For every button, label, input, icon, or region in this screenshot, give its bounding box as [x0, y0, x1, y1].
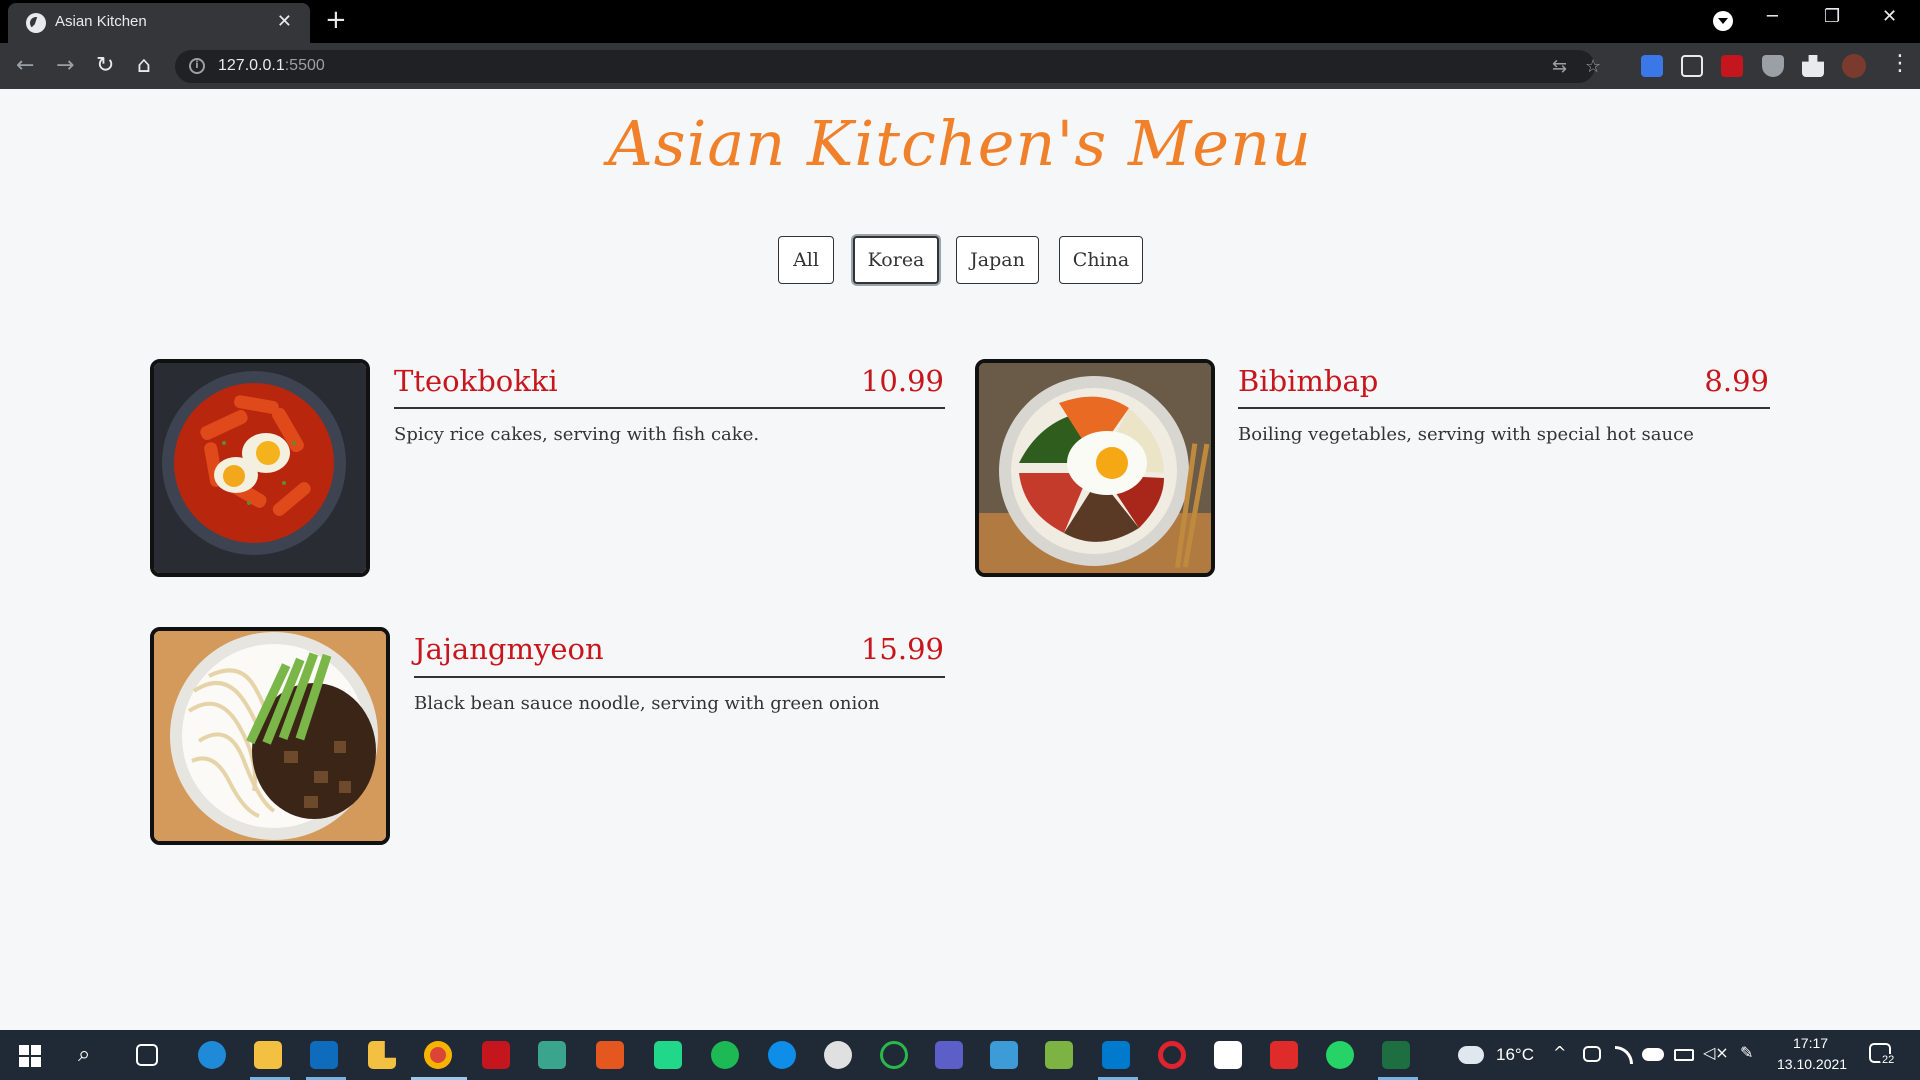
dish-divider [1238, 407, 1770, 409]
bibimbap-photo [975, 359, 1215, 577]
dish-name: Tteokbokki [394, 364, 558, 398]
filter-japan-button[interactable]: Japan [956, 236, 1039, 284]
tab-search-icon[interactable] [1713, 11, 1733, 31]
browser-menu-icon[interactable]: ⋮ [1889, 51, 1911, 76]
solidworks-icon[interactable] [482, 1041, 510, 1069]
dish-price: 10.99 [860, 364, 944, 398]
tab-close-icon[interactable]: ✕ [277, 11, 292, 32]
menu-item-bibimbap: Bibimbap 8.99 Boiling vegetables, servin… [975, 359, 1771, 579]
paint-icon[interactable] [824, 1041, 852, 1069]
onedrive-app-icon[interactable] [990, 1041, 1018, 1069]
whatsapp-icon[interactable] [1326, 1041, 1354, 1069]
task-view-icon[interactable] [136, 1044, 158, 1066]
jajangmyeon-photo [150, 627, 390, 845]
windows-taskbar: ⌕ 16°C ^ ◁× ✎ 17:17 13.10.2021 22 [0, 1030, 1920, 1080]
sticky-icon[interactable] [368, 1041, 396, 1069]
bookmark-star-icon[interactable]: ☆ [1585, 56, 1601, 77]
autocad-icon[interactable] [538, 1041, 566, 1069]
page-content: Asian Kitchen's Menu All Korea Japan Chi… [0, 89, 1920, 1030]
site-info-icon[interactable]: i [189, 58, 205, 74]
dish-name: Jajangmyeon [414, 632, 604, 666]
dish-price: 15.99 [860, 632, 944, 666]
url-host: 127.0.0.1 [218, 57, 285, 74]
url-text[interactable]: 127.0.0.1:5500 [218, 57, 325, 75]
menu-item-jajangmyeon: Jajangmyeon 15.99 Black bean sauce noodl… [150, 627, 946, 847]
extensions-puzzle-icon[interactable] [1802, 55, 1824, 77]
wifi-icon[interactable] [1615, 1046, 1633, 1064]
spotify-icon[interactable] [711, 1041, 739, 1069]
clock-date[interactable]: 13.10.2021 [1777, 1056, 1847, 1072]
search-icon[interactable]: ⌕ [78, 1042, 90, 1067]
clock-time[interactable]: 17:17 [1793, 1035, 1828, 1051]
browser-tab[interactable]: Asian Kitchen ✕ [8, 3, 310, 43]
dish-description: Boiling vegetables, serving with special… [1238, 424, 1694, 445]
new-tab-button[interactable]: + [325, 5, 347, 35]
opera-icon[interactable] [1158, 1041, 1186, 1069]
filter-bar: All Korea Japan China [0, 236, 1920, 286]
typora-icon[interactable] [1214, 1041, 1242, 1069]
weather-cloud-icon[interactable] [1458, 1046, 1484, 1064]
excel-icon[interactable] [1382, 1041, 1410, 1069]
outlook-icon[interactable] [310, 1041, 338, 1069]
image-viewer-icon[interactable] [1045, 1041, 1073, 1069]
windows-start-icon[interactable] [19, 1045, 41, 1067]
filter-china-button[interactable]: China [1059, 236, 1143, 284]
tab-title: Asian Kitchen [55, 13, 147, 30]
dish-divider [394, 407, 945, 409]
onedrive-icon[interactable] [1642, 1048, 1664, 1061]
pen-icon[interactable]: ✎ [1740, 1043, 1753, 1062]
reload-button[interactable]: ↻ [96, 53, 114, 78]
security-icon[interactable] [1583, 1046, 1601, 1062]
restore-button[interactable]: ❐ [1824, 6, 1840, 27]
edge-icon[interactable] [198, 1041, 226, 1069]
teams-icon[interactable] [935, 1041, 963, 1069]
dish-description: Black bean sauce noodle, serving with gr… [414, 693, 880, 714]
tteokbokki-image [154, 363, 366, 573]
sync-icon[interactable] [880, 1041, 908, 1069]
translate-extension-icon[interactable] [1641, 55, 1663, 77]
address-bar[interactable]: i 127.0.0.1:5500 ⇆ ☆ [175, 50, 1601, 83]
globe-icon [26, 13, 46, 33]
page-title: Asian Kitchen's Menu [608, 107, 1312, 180]
browser-toolbar: ← → ↻ ⌂ i 127.0.0.1:5500 ⇆ ☆ ⋮ [0, 43, 1920, 89]
browser-tab-bar: Asian Kitchen ✕ + ─ ❐ ✕ [0, 0, 1920, 43]
close-window-button[interactable]: ✕ [1882, 6, 1897, 27]
filter-korea-button[interactable]: Korea [853, 236, 939, 284]
temperature[interactable]: 16°C [1496, 1045, 1534, 1065]
battery-icon[interactable] [1674, 1049, 1694, 1061]
bibimbap-image [979, 363, 1211, 573]
profile-avatar[interactable] [1842, 54, 1866, 78]
dish-description: Spicy rice cakes, serving with fish cake… [394, 424, 760, 445]
menu-item-tteokbokki: Tteokbokki 10.99 Spicy rice cakes, servi… [150, 359, 946, 579]
filter-all-button[interactable]: All [778, 236, 834, 284]
cast-extension-icon[interactable] [1681, 55, 1703, 77]
pycharm-icon[interactable] [654, 1041, 682, 1069]
back-button[interactable]: ← [16, 53, 34, 78]
translate-icon[interactable]: ⇆ [1552, 56, 1567, 77]
teamviewer-icon[interactable] [768, 1041, 796, 1069]
dish-price: 8.99 [1704, 364, 1769, 398]
forward-button[interactable]: → [56, 53, 74, 78]
file-explorer-icon[interactable] [254, 1041, 282, 1069]
minimize-button[interactable]: ─ [1767, 6, 1778, 27]
home-button[interactable]: ⌂ [137, 53, 151, 78]
jajangmyeon-image [154, 631, 386, 841]
chrome-icon[interactable] [424, 1041, 452, 1069]
vscode-icon[interactable] [1102, 1041, 1130, 1069]
volume-muted-icon[interactable]: ◁× [1703, 1043, 1729, 1062]
dish-divider [414, 676, 945, 678]
dish-name: Bibimbap [1238, 364, 1379, 398]
shield-extension-icon[interactable] [1762, 55, 1784, 77]
notification-count: 22 [1880, 1054, 1897, 1066]
show-hidden-icons-icon[interactable]: ^ [1553, 1043, 1566, 1062]
tteokbokki-photo [150, 359, 370, 577]
pdf-extension-icon[interactable] [1721, 55, 1743, 77]
office-icon[interactable] [596, 1041, 624, 1069]
url-port: :5500 [284, 57, 325, 74]
pdf-reader-icon[interactable] [1270, 1041, 1298, 1069]
